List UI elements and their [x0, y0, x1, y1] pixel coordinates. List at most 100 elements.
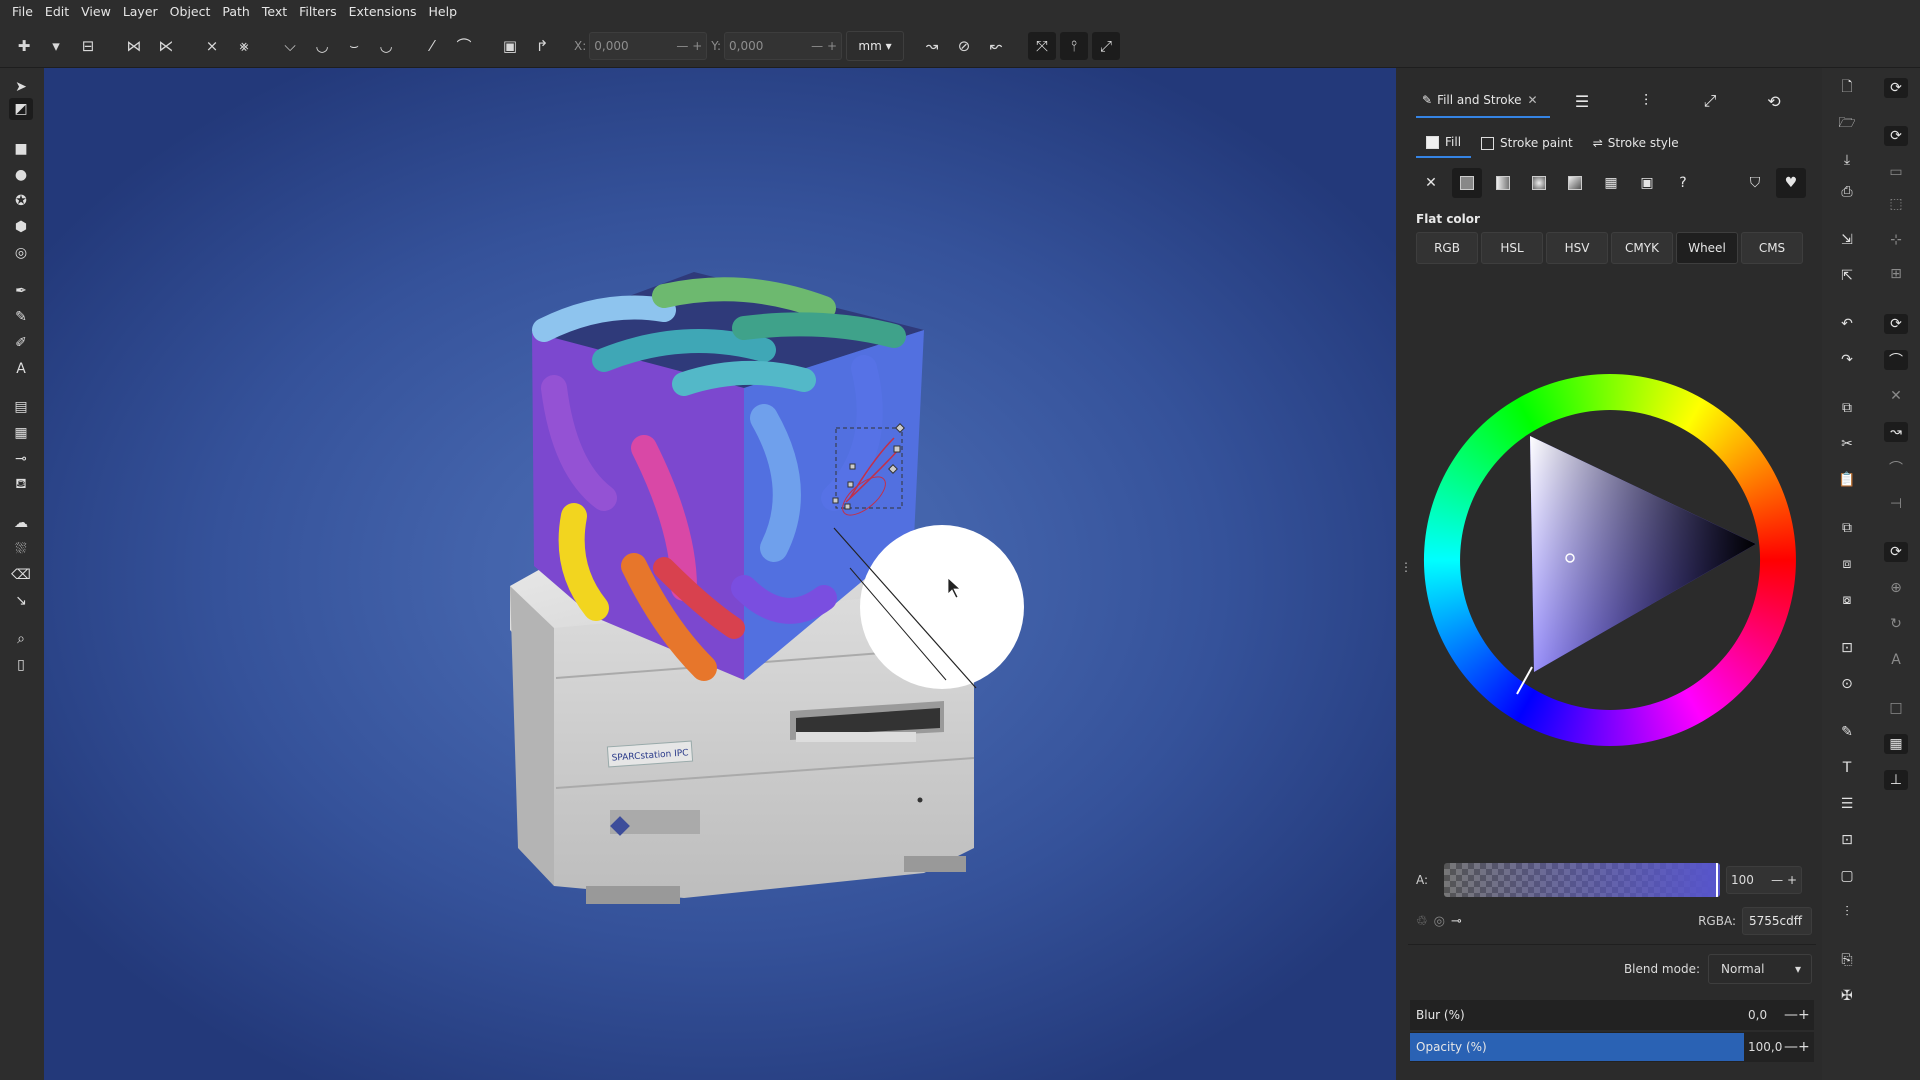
snap-nodes-icon[interactable]: ⟳	[1884, 314, 1908, 334]
stroke-to-path-icon[interactable]: ↱	[528, 32, 556, 60]
rgba-input[interactable]: 5755cdff	[1742, 907, 1812, 935]
node-tool-icon[interactable]: ◩	[9, 98, 33, 120]
eraser-tool-icon[interactable]: ⌫	[9, 564, 33, 586]
pencil-tool-icon[interactable]: ✎	[9, 306, 33, 328]
star-tool-icon[interactable]: ✪	[9, 190, 33, 212]
layers-icon[interactable]: ☰	[1836, 794, 1858, 814]
mode-cmyk[interactable]: CMYK	[1611, 232, 1673, 264]
node-cusp-icon[interactable]: ⌵	[276, 32, 304, 60]
close-icon[interactable]: ✕	[1528, 93, 1538, 107]
redo-icon[interactable]: ↷	[1836, 350, 1858, 370]
snap-rotation-centers-icon[interactable]: ↻	[1884, 614, 1908, 634]
node-smooth-icon[interactable]: ◡	[308, 32, 336, 60]
group-icon[interactable]: ⊡	[1836, 638, 1858, 658]
path-effects-icon[interactable]: ↝	[918, 32, 946, 60]
snap-bbox-icon[interactable]: ⟳	[1884, 126, 1908, 146]
flat-color-icon[interactable]	[1452, 168, 1482, 198]
snap-intersections-icon[interactable]: ✕	[1884, 386, 1908, 406]
zoom-tool-icon[interactable]: ⌕	[9, 628, 33, 650]
snap-cusp-nodes-icon[interactable]: ↝	[1884, 422, 1908, 442]
join-nodes-icon[interactable]: ⋈	[120, 32, 148, 60]
mode-rgb[interactable]: RGB	[1416, 232, 1478, 264]
rectangle-tool-icon[interactable]: ■	[9, 138, 33, 160]
node-auto-icon[interactable]: ◡	[372, 32, 400, 60]
undo-icon[interactable]: ↶	[1836, 314, 1858, 334]
spray-tool-icon[interactable]: ⛆	[9, 538, 33, 560]
mesh-tool-icon[interactable]: ▦	[9, 422, 33, 444]
duplicate-icon[interactable]: ⧉	[1836, 518, 1858, 538]
node-symmetric-icon[interactable]: ⌣	[340, 32, 368, 60]
subtab-stroke-paint[interactable]: Stroke paint	[1471, 128, 1583, 158]
mode-cms[interactable]: CMS	[1741, 232, 1803, 264]
mask-path-icon[interactable]: ↜	[982, 32, 1010, 60]
menu-text[interactable]: Text	[256, 0, 293, 24]
export-icon[interactable]: ⇱	[1836, 266, 1858, 286]
menu-extensions[interactable]: Extensions	[343, 0, 423, 24]
x-input[interactable]: 0,000 — +	[589, 31, 708, 60]
mode-hsl[interactable]: HSL	[1481, 232, 1543, 264]
menu-edit[interactable]: Edit	[39, 0, 75, 24]
join-segment-icon[interactable]: ⨯	[198, 32, 226, 60]
dropdown-arrow-icon[interactable]: ▾	[42, 32, 70, 60]
white-circle-shape[interactable]	[860, 525, 1024, 689]
tab-history-icon[interactable]: ⟲	[1742, 84, 1806, 118]
pattern-icon[interactable]: ▦	[1596, 168, 1626, 198]
menu-file[interactable]: File	[6, 0, 39, 24]
unset-paint-icon[interactable]: ?	[1668, 168, 1698, 198]
eyedropper-icon[interactable]: ⊸	[1451, 914, 1462, 929]
menu-object[interactable]: Object	[164, 0, 217, 24]
panel-divider[interactable]: ⋮	[1396, 68, 1412, 1080]
blur-slider[interactable]: Blur (%) 0,0 —+	[1410, 1000, 1814, 1030]
break-path-icon[interactable]: ⋉	[152, 32, 180, 60]
snap-enable-icon[interactable]: ⟳	[1884, 78, 1908, 98]
color-wheel[interactable]	[1420, 370, 1800, 750]
opacity-slider[interactable]: Opacity (%) 100,0 —+	[1410, 1032, 1814, 1062]
save-icon[interactable]: ⤓	[1836, 150, 1858, 170]
clone-icon[interactable]: ⧈	[1836, 554, 1858, 574]
text-font-icon[interactable]: T	[1836, 758, 1858, 778]
show-bezier-handles-icon[interactable]: ⫯	[1060, 31, 1089, 60]
blend-mode-select[interactable]: Normal ▾	[1708, 954, 1812, 984]
menu-filters[interactable]: Filters	[293, 0, 342, 24]
menu-help[interactable]: Help	[423, 0, 464, 24]
tab-xml-icon[interactable]: ⤢	[1678, 84, 1742, 118]
y-input[interactable]: 0,000 — +	[724, 31, 843, 60]
xml-editor-icon[interactable]: ⊡	[1836, 830, 1858, 850]
import-icon[interactable]: ⇲	[1836, 230, 1858, 250]
mesh-gradient-icon[interactable]	[1560, 168, 1590, 198]
print-icon[interactable]: ⎙	[1836, 182, 1858, 202]
unlink-clone-icon[interactable]: ⧇	[1836, 590, 1858, 610]
segment-line-icon[interactable]: ⁄	[418, 32, 446, 60]
3d-box-tool-icon[interactable]: ⬢	[9, 216, 33, 238]
linear-gradient-icon[interactable]	[1488, 168, 1518, 198]
show-path-outline-icon[interactable]: ⤢	[1092, 31, 1121, 60]
calligraphy-tool-icon[interactable]: ✐	[9, 332, 33, 354]
segment-curve-icon[interactable]: ⌒	[450, 32, 478, 60]
canvas[interactable]: SPARCstation IPC	[44, 68, 1396, 1080]
snap-guides-icon[interactable]: ⊥	[1884, 770, 1908, 790]
measure-tool-icon[interactable]: ▯	[9, 654, 33, 676]
ungroup-icon[interactable]: ⊙	[1836, 674, 1858, 694]
open-icon[interactable]: 🗁	[1836, 114, 1858, 134]
snap-bbox-edges-icon[interactable]: ▭	[1884, 162, 1908, 182]
snap-bbox-corners-icon[interactable]: ⬚	[1884, 194, 1908, 214]
fill-rule-evenodd-icon[interactable]: ⛉	[1740, 168, 1770, 198]
ellipse-tool-icon[interactable]: ●	[9, 164, 33, 186]
snap-page-border-icon[interactable]: □	[1884, 698, 1908, 718]
snap-midpoints-icon[interactable]: ⊣	[1884, 494, 1908, 514]
y-stepper-icon[interactable]: — +	[811, 39, 837, 53]
dropper-tool-icon[interactable]: ⊸	[9, 448, 33, 470]
connector-tool-icon[interactable]: ↘	[9, 590, 33, 612]
subtab-fill[interactable]: Fill	[1416, 128, 1472, 158]
opacity-stepper-icon[interactable]: —+	[1784, 1039, 1812, 1055]
show-transform-handles-icon[interactable]: ⤧	[1028, 31, 1057, 60]
snap-smooth-nodes-icon[interactable]: ⌒	[1884, 458, 1908, 478]
tab-fill-and-stroke[interactable]: ✎ Fill and Stroke ✕	[1416, 84, 1550, 118]
snap-text-baseline-icon[interactable]: A	[1884, 650, 1908, 670]
insert-node-icon[interactable]: ✚	[10, 32, 38, 60]
alpha-stepper-icon[interactable]: — +	[1771, 873, 1797, 887]
no-paint-icon[interactable]: ✕	[1416, 168, 1446, 198]
unit-select[interactable]: mm ▾	[846, 30, 905, 61]
spiral-tool-icon[interactable]: ◎	[9, 242, 33, 264]
alpha-input[interactable]: 100 — +	[1726, 866, 1802, 894]
